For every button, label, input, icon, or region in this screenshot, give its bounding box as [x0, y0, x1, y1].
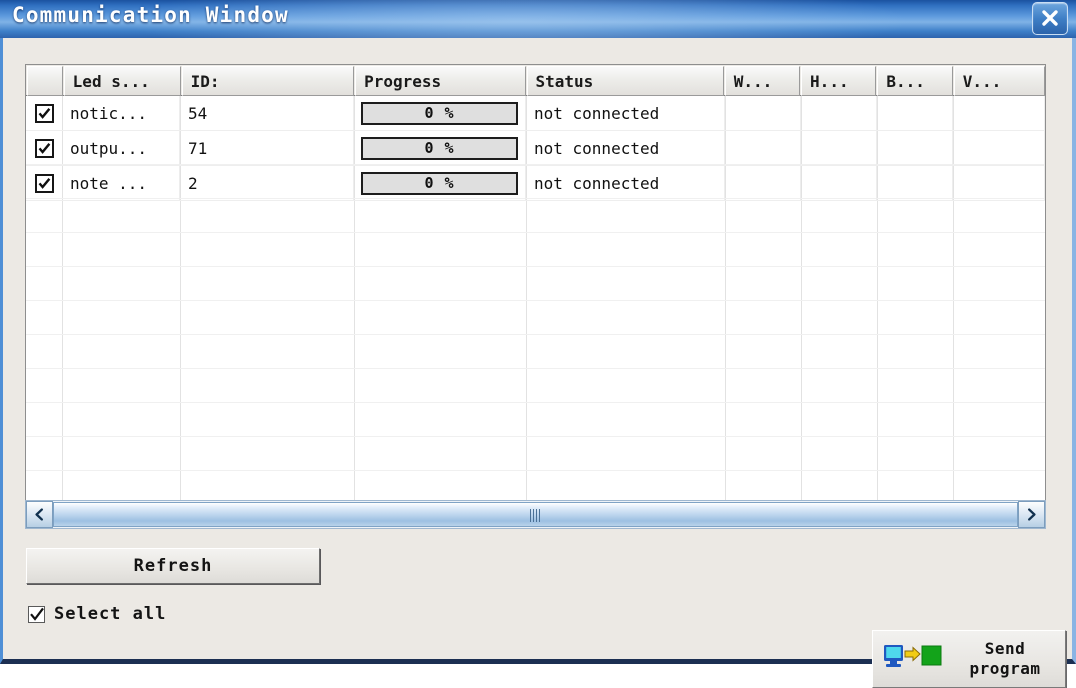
- column-header-v[interactable]: V...: [953, 66, 1045, 96]
- column-header-id[interactable]: ID:: [181, 66, 355, 96]
- column-header-check[interactable]: [27, 66, 63, 96]
- chevron-left-icon: [35, 508, 43, 521]
- row-checkbox[interactable]: [34, 173, 54, 193]
- scrollbar-track[interactable]: [53, 501, 1018, 528]
- row-checkbox-cell[interactable]: [26, 96, 62, 130]
- select-all-label: Select all: [54, 604, 167, 624]
- table-row[interactable]: outpu... 71 0 % not connected: [26, 131, 1045, 166]
- column-header-status[interactable]: Status: [526, 66, 724, 96]
- checkmark-icon: [30, 607, 44, 621]
- progress-label: 0 %: [424, 139, 455, 157]
- cell-h: [801, 166, 877, 200]
- cell-id: 2: [180, 166, 354, 200]
- horizontal-scrollbar[interactable]: [25, 500, 1046, 529]
- progress-label: 0 %: [424, 104, 455, 122]
- progress-bar: 0 %: [361, 101, 518, 125]
- refresh-button[interactable]: Refresh: [26, 548, 320, 584]
- checkmark-icon: [38, 177, 50, 189]
- table-row[interactable]: note ... 2 0 % not connected: [26, 166, 1045, 201]
- select-all-checkbox[interactable]: Select all: [28, 604, 166, 624]
- send-program-label-line2: program: [969, 659, 1041, 678]
- column-header-led-sign[interactable]: Led s...: [63, 66, 181, 96]
- grip-icon[interactable]: [529, 509, 542, 522]
- cell-progress: 0 %: [354, 96, 526, 130]
- progress-bar: 0 %: [361, 136, 518, 160]
- cell-b: [877, 166, 953, 200]
- send-program-label: Send program: [951, 639, 1065, 680]
- column-header-b[interactable]: B...: [877, 66, 953, 96]
- checkmark-icon: [38, 142, 50, 154]
- cell-v: [953, 131, 1045, 165]
- cell-b: [877, 131, 953, 165]
- scrollbar-thumb[interactable]: [53, 502, 1018, 527]
- row-checkbox[interactable]: [34, 103, 54, 123]
- row-checkbox[interactable]: [34, 138, 54, 158]
- cell-status: not connected: [526, 131, 725, 165]
- cell-b: [877, 96, 953, 130]
- table-header-row: Led s... ID: Progress Status W... H... B…: [26, 65, 1045, 96]
- cell-led-sign: notic...: [62, 96, 180, 130]
- progress-label: 0 %: [424, 174, 455, 192]
- cell-w: [725, 131, 801, 165]
- refresh-button-label: Refresh: [133, 556, 213, 576]
- chevron-right-icon: [1028, 508, 1036, 521]
- select-all-box[interactable]: [28, 605, 45, 623]
- window-titlebar: Communication Window: [0, 0, 1076, 38]
- window-title: Communication Window: [12, 3, 289, 27]
- row-checkbox-cell[interactable]: [26, 131, 62, 165]
- device-table: Led s... ID: Progress Status W... H... B…: [25, 64, 1046, 529]
- close-icon: [1042, 10, 1058, 26]
- cell-w: [725, 166, 801, 200]
- table-body: notic... 54 0 % not connected outpu... 7…: [26, 96, 1045, 504]
- cell-id: 71: [180, 131, 354, 165]
- column-header-h[interactable]: H...: [801, 66, 877, 96]
- cell-led-sign: note ...: [62, 166, 180, 200]
- cell-status: not connected: [526, 166, 725, 200]
- row-checkbox-cell[interactable]: [26, 166, 62, 200]
- cell-w: [725, 96, 801, 130]
- cell-h: [801, 96, 877, 130]
- cell-status: not connected: [526, 96, 725, 130]
- cell-progress: 0 %: [354, 166, 526, 200]
- send-program-button[interactable]: Send program: [872, 630, 1066, 688]
- close-button[interactable]: [1032, 2, 1068, 35]
- table-row[interactable]: notic... 54 0 % not connected: [26, 96, 1045, 131]
- column-header-w[interactable]: W...: [724, 66, 801, 96]
- cell-id: 54: [180, 96, 354, 130]
- cell-led-sign: outpu...: [62, 131, 180, 165]
- cell-v: [953, 96, 1045, 130]
- column-header-progress[interactable]: Progress: [355, 66, 526, 96]
- scroll-right-button[interactable]: [1018, 501, 1045, 528]
- cell-progress: 0 %: [354, 131, 526, 165]
- checkmark-icon: [38, 107, 50, 119]
- progress-bar: 0 %: [361, 171, 518, 195]
- communication-window: Communication Window Led s... ID: Progre…: [0, 0, 1076, 688]
- window-content: Led s... ID: Progress Status W... H... B…: [3, 38, 1072, 688]
- cell-h: [801, 131, 877, 165]
- cell-v: [953, 166, 1045, 200]
- send-to-device-icon: [873, 642, 951, 676]
- scroll-left-button[interactable]: [26, 501, 53, 528]
- send-program-label-line1: Send: [984, 638, 1026, 658]
